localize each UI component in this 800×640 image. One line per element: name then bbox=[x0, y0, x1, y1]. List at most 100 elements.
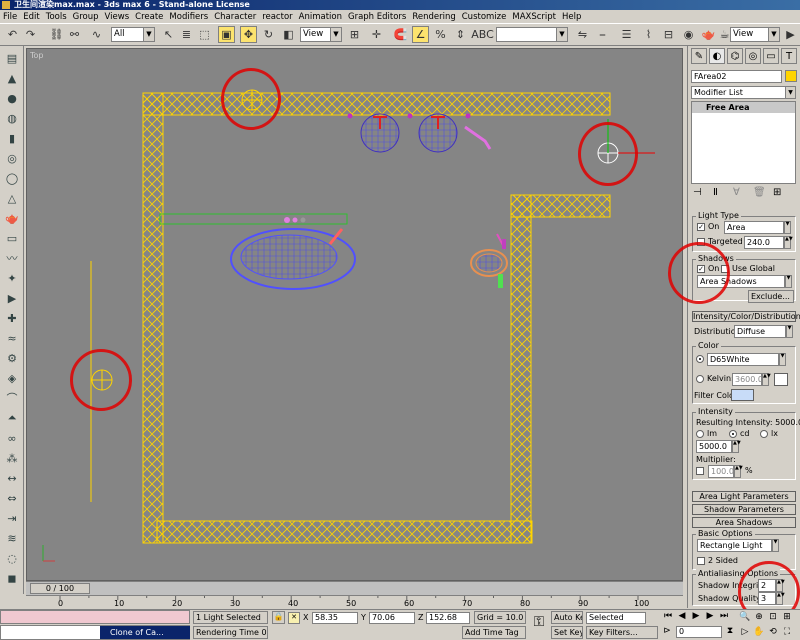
unlink-icon[interactable]: ⚯ bbox=[66, 26, 83, 43]
distribution-dropdown[interactable]: Diffuse bbox=[734, 325, 786, 338]
tube-icon[interactable]: ◎ bbox=[3, 150, 21, 166]
key-filters-button[interactable]: Key Filters... bbox=[586, 626, 658, 639]
key-mode-dropdown[interactable]: Selected bbox=[586, 612, 646, 624]
select-link-icon[interactable]: ⛓ bbox=[48, 26, 65, 43]
prev-frame-icon[interactable]: ◀ bbox=[675, 611, 689, 624]
chevron-down-icon[interactable]: ▼ bbox=[785, 275, 792, 288]
create-tab-icon[interactable]: ✎ bbox=[691, 48, 707, 64]
chevron-down-icon[interactable]: ▼ bbox=[786, 325, 793, 338]
intensity-value-field[interactable]: 5000.0 bbox=[696, 440, 732, 453]
schematic-view-icon[interactable]: ⊟ bbox=[660, 26, 677, 43]
sphere-icon[interactable]: ● bbox=[3, 90, 21, 106]
align-icon[interactable]: ⎯ bbox=[594, 26, 611, 43]
chevron-down-icon[interactable]: ▼ bbox=[772, 539, 779, 552]
helpers-icon[interactable]: ✚ bbox=[3, 310, 21, 326]
selection-filter-dropdown[interactable]: All ▼ bbox=[111, 27, 155, 42]
two-sided-checkbox[interactable] bbox=[697, 557, 705, 565]
render-scene-icon[interactable]: 🫖 bbox=[700, 26, 717, 43]
spinner-icon[interactable]: ▲▼ bbox=[762, 373, 771, 386]
zoom-all-icon[interactable]: ⊕ bbox=[752, 612, 766, 624]
undo-icon[interactable]: ↶ bbox=[4, 26, 21, 43]
kelvin-color-swatch[interactable] bbox=[774, 373, 788, 386]
twist-icon[interactable]: ∞ bbox=[3, 430, 21, 446]
noise-icon[interactable]: ⁂ bbox=[3, 450, 21, 466]
x-coordinate-field[interactable]: 58.35 bbox=[312, 612, 358, 624]
stretch-icon[interactable]: ↔ bbox=[3, 470, 21, 486]
systems-icon[interactable]: ⚙ bbox=[3, 350, 21, 366]
kelvin-field[interactable]: 3600.0 bbox=[732, 373, 763, 386]
configure-sets-icon[interactable]: ⊞ bbox=[773, 187, 781, 198]
named-selection-sets-dropdown[interactable]: ▼ bbox=[496, 27, 568, 42]
spinner-icon[interactable]: ▲▼ bbox=[732, 440, 741, 453]
area-light-parameters-rollout[interactable]: Area Light Parameters bbox=[692, 491, 796, 502]
menu-help[interactable]: Help bbox=[559, 10, 584, 24]
select-by-name-icon[interactable]: ≣ bbox=[178, 26, 195, 43]
lock-icon[interactable]: 🔒 bbox=[272, 611, 285, 624]
render-last-icon[interactable]: ▶ bbox=[782, 26, 799, 43]
motion-tab-icon[interactable]: ◎ bbox=[745, 48, 761, 64]
color-preset-radio[interactable] bbox=[696, 355, 704, 363]
bind-space-warp-icon[interactable]: ∿ bbox=[88, 26, 105, 43]
filter-color-swatch[interactable] bbox=[731, 389, 754, 401]
zoom-extents-all-icon[interactable]: ⊞ bbox=[780, 612, 794, 624]
taskbar-item[interactable]: Clone of Ca... bbox=[100, 626, 190, 639]
render-icon[interactable]: ◼ bbox=[3, 570, 21, 586]
select-object-icon[interactable]: ↖ bbox=[160, 26, 177, 43]
teapot-icon[interactable]: 🫖 bbox=[3, 210, 21, 226]
layer-manager-icon[interactable]: ☰ bbox=[618, 26, 635, 43]
area-shadows-rollout[interactable]: Area Shadows bbox=[692, 517, 796, 528]
cone-icon[interactable]: ▲ bbox=[3, 70, 21, 86]
render-type-dropdown[interactable]: View ▼ bbox=[730, 27, 780, 42]
bend-icon[interactable]: ⌒ bbox=[3, 390, 21, 406]
lx-radio[interactable] bbox=[760, 430, 768, 438]
color-preset-dropdown[interactable]: D65White bbox=[707, 353, 779, 366]
menu-graph-editors[interactable]: Graph Editors bbox=[345, 10, 409, 24]
light-on-checkbox[interactable]: ✓ bbox=[697, 223, 705, 231]
next-frame-icon[interactable]: ▶ bbox=[703, 611, 717, 624]
spacewarps-icon[interactable]: ≈ bbox=[3, 330, 21, 346]
select-scale-icon[interactable]: ◧ bbox=[280, 26, 297, 43]
plane-icon[interactable]: ▭ bbox=[3, 230, 21, 246]
menu-create[interactable]: Create bbox=[132, 10, 166, 24]
pan-icon[interactable]: ✋ bbox=[752, 627, 766, 639]
menu-edit[interactable]: Edit bbox=[20, 10, 42, 24]
current-frame-field[interactable]: 0 bbox=[676, 626, 722, 638]
ripple-icon[interactable]: ◌ bbox=[3, 550, 21, 566]
play-icon[interactable]: ▶ bbox=[689, 611, 703, 624]
modify-tab-icon[interactable]: ◐ bbox=[709, 48, 725, 64]
stack-item[interactable]: Free Area bbox=[692, 102, 795, 113]
select-rotate-icon[interactable]: ↻ bbox=[260, 26, 277, 43]
cylinder-icon[interactable]: ▮ bbox=[3, 130, 21, 146]
maximize-viewport-icon[interactable]: ⛶ bbox=[780, 627, 794, 639]
relax-icon[interactable]: ≋ bbox=[3, 530, 21, 546]
box-icon[interactable]: ▤ bbox=[3, 50, 21, 66]
set-key-button[interactable]: Set Key bbox=[551, 626, 583, 639]
display-tab-icon[interactable]: ▭ bbox=[763, 48, 779, 64]
show-end-result-icon[interactable]: Ⅱ bbox=[713, 187, 718, 198]
auto-key-button[interactable]: Auto Key bbox=[551, 611, 583, 624]
shadow-parameters-rollout[interactable]: Shadow Parameters bbox=[692, 504, 796, 515]
redo-icon[interactable]: ↷ bbox=[22, 26, 39, 43]
camera-icon[interactable]: ▶ bbox=[3, 290, 21, 306]
menu-character[interactable]: Character bbox=[211, 10, 259, 24]
arc-rotate-icon[interactable]: ⟲ bbox=[766, 627, 780, 639]
exclude-button[interactable]: Exclude... bbox=[748, 290, 794, 303]
maxscript-listener[interactable] bbox=[0, 610, 190, 624]
key-mode-toggle-icon[interactable]: ⊳ bbox=[661, 626, 673, 639]
track-bar[interactable]: 0 10 20 30 40 50 60 70 80 90 100 bbox=[26, 595, 683, 609]
chevron-down-icon[interactable]: ▼ bbox=[784, 221, 791, 234]
cd-radio[interactable] bbox=[729, 430, 737, 438]
spinner-icon[interactable]: ▲▼ bbox=[784, 236, 793, 249]
mirror-icon[interactable]: ⇋ bbox=[574, 26, 591, 43]
spinner-snap-icon[interactable]: ⇕ bbox=[452, 26, 469, 43]
chevron-down-icon[interactable]: ▼ bbox=[779, 353, 786, 366]
time-config-icon[interactable]: ⧗ bbox=[724, 626, 736, 639]
goto-start-icon[interactable]: ⏮ bbox=[661, 611, 675, 624]
select-manipulate-icon[interactable]: ✛ bbox=[368, 26, 385, 43]
material-editor-icon[interactable]: ◉ bbox=[680, 26, 697, 43]
angle-snap-icon[interactable]: ∠ bbox=[412, 26, 429, 43]
multiplier-checkbox[interactable] bbox=[696, 467, 704, 475]
menu-file[interactable]: File bbox=[0, 10, 20, 24]
utilities-tab-icon[interactable]: T bbox=[781, 48, 797, 64]
window-crossing-icon[interactable]: ▣ bbox=[218, 26, 235, 43]
